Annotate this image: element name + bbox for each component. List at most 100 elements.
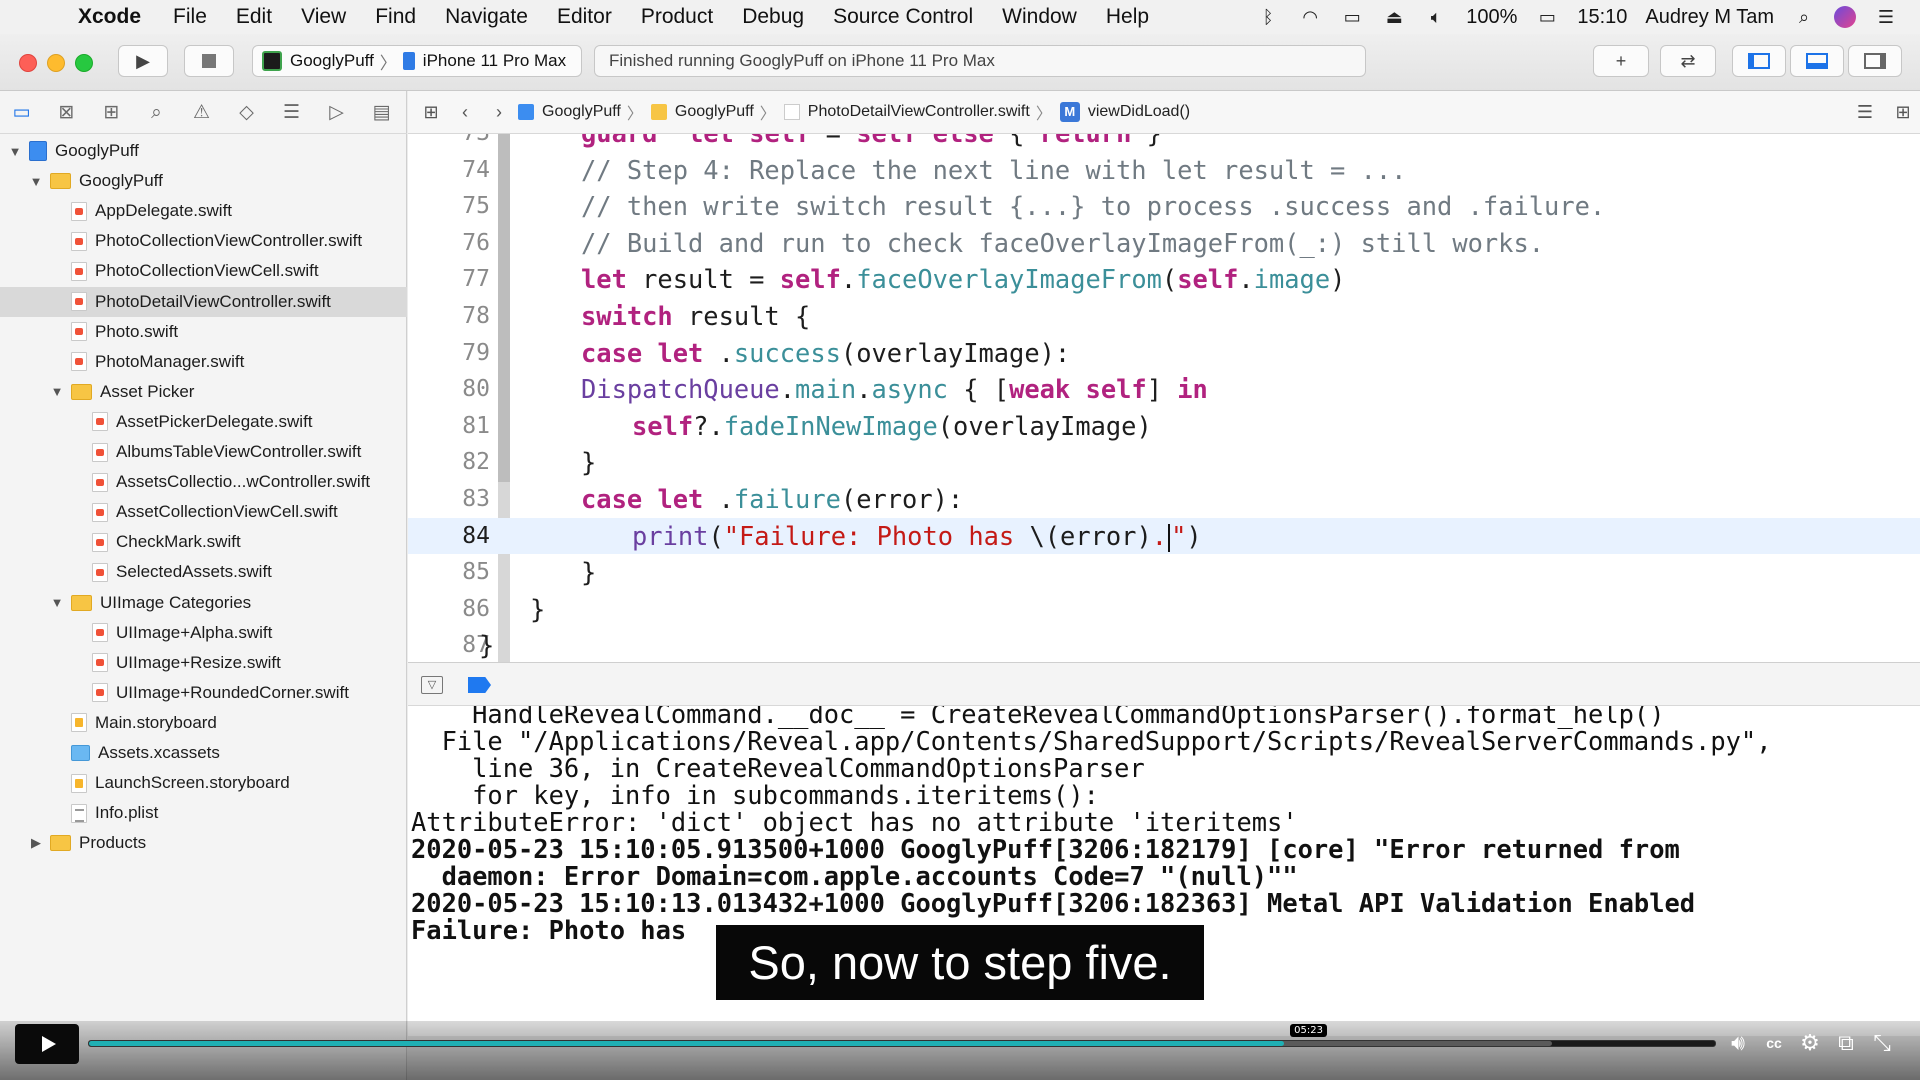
editor-options-icon[interactable]: ☰ xyxy=(1854,102,1876,123)
stop-button[interactable] xyxy=(184,45,234,77)
tree-file-row[interactable]: Assets.xcassets xyxy=(0,738,407,768)
tree-file-row[interactable]: Photo.swift xyxy=(0,317,407,347)
code-line[interactable]: 83 case let .failure(error): xyxy=(408,481,1920,517)
project-navigator-tab-icon[interactable]: ▭ xyxy=(10,101,33,124)
picture-in-picture-icon[interactable]: ⧉ xyxy=(1830,1028,1862,1058)
volume-icon[interactable]: 🔊︎ xyxy=(1722,1028,1754,1058)
tree-file-row[interactable]: AssetPickerDelegate.swift xyxy=(0,407,407,437)
breakpoint-navigator-tab-icon[interactable]: ▷ xyxy=(325,101,348,124)
source-editor[interactable]: 73guard let self = self else { return } 7… xyxy=(408,134,1920,662)
minimize-window-button[interactable] xyxy=(47,54,65,72)
related-items-icon[interactable]: ⊞ xyxy=(420,102,442,123)
eject-icon[interactable]: ⏏ xyxy=(1382,6,1406,28)
toggle-debug-area-button[interactable] xyxy=(1790,45,1844,77)
code-line[interactable]: 73 guard let self = self else { return } xyxy=(408,134,1920,151)
siri-icon[interactable] xyxy=(1834,6,1856,28)
tree-file-row[interactable]: PhotoDetailViewController.swift xyxy=(0,286,407,317)
code-line[interactable]: 85} xyxy=(408,554,1920,590)
tree-file-row[interactable]: UIImage+Alpha.swift xyxy=(0,618,407,648)
breadcrumb-folder[interactable]: GooglyPuff 〉 xyxy=(650,100,776,124)
run-button[interactable]: ▶ xyxy=(118,45,168,77)
tree-group-row[interactable]: ▼ Asset Picker xyxy=(0,377,407,407)
issue-navigator-tab-icon[interactable]: ⚠ xyxy=(190,101,213,124)
find-navigator-tab-icon[interactable]: ⌕ xyxy=(145,101,168,124)
tree-file-row[interactable]: UIImage+RoundedCorner.swift xyxy=(0,678,407,708)
battery-icon[interactable]: ▭ xyxy=(1535,6,1559,28)
library-button[interactable]: + xyxy=(1593,45,1649,77)
menu-window[interactable]: Window xyxy=(1002,5,1077,29)
disclosure-closed-icon[interactable]: ▶ xyxy=(29,835,43,851)
bluetooth-icon[interactable]: ᛒ xyxy=(1256,6,1280,28)
forward-arrow-icon[interactable]: › xyxy=(488,102,510,123)
menu-product[interactable]: Product xyxy=(641,5,713,29)
tree-file-row[interactable]: PhotoManager.swift xyxy=(0,347,407,377)
tree-group-row[interactable]: ▼ GooglyPuff xyxy=(0,136,407,166)
disclosure-open-icon[interactable]: ▼ xyxy=(50,595,64,610)
code-line[interactable]: 78 switch result { xyxy=(408,298,1920,334)
toggle-inspector-button[interactable] xyxy=(1848,45,1902,77)
wifi-icon[interactable]: ◠ xyxy=(1298,6,1322,28)
menu-source-control[interactable]: Source Control xyxy=(833,5,973,29)
code-line[interactable]: 84 print("Failure: Photo has \(error). ") xyxy=(408,517,1920,554)
breadcrumb-file[interactable]: PhotoDetailViewController.swift 〉 xyxy=(783,100,1052,124)
tree-file-row[interactable]: AppDelegate.swift xyxy=(0,196,407,226)
clock[interactable]: 15:10 xyxy=(1577,6,1627,29)
tree-file-row[interactable]: AssetsCollectio...wController.swift xyxy=(0,467,407,497)
exit-fullscreen-icon[interactable]: ⤡ xyxy=(1866,1028,1898,1058)
volume-icon[interactable]: 🔈︎ xyxy=(1424,6,1448,28)
code-line[interactable]: 79 case let .success(overlayImage): xyxy=(408,335,1920,371)
close-window-button[interactable] xyxy=(19,54,37,72)
code-line[interactable]: 76 // Build and run to check faceOverlayI… xyxy=(408,225,1920,261)
menu-file[interactable]: File xyxy=(173,5,207,29)
user-name[interactable]: Audrey M Tam xyxy=(1645,6,1774,29)
symbol-navigator-tab-icon[interactable]: ⊞ xyxy=(100,101,123,124)
test-navigator-tab-icon[interactable]: ◇ xyxy=(235,101,258,124)
notification-center-icon[interactable]: ☰ xyxy=(1874,6,1898,28)
tree-file-row[interactable]: AssetCollectionViewCell.swift xyxy=(0,497,407,527)
tree-file-row[interactable]: LaunchScreen.storyboard xyxy=(0,768,407,798)
airplay-icon[interactable]: ▭ xyxy=(1340,6,1364,28)
breakpoints-toggle-icon[interactable] xyxy=(468,677,491,693)
hide-debug-area-icon[interactable]: ▽ xyxy=(421,676,443,694)
disclosure-open-icon[interactable]: ▼ xyxy=(29,174,43,189)
tree-file-row[interactable]: PhotoCollectionViewController.swift xyxy=(0,226,407,256)
debug-navigator-tab-icon[interactable]: ☰ xyxy=(280,101,303,124)
tree-file-row[interactable]: CheckMark.swift xyxy=(0,527,407,557)
tree-file-row[interactable]: Info.plist xyxy=(0,798,407,828)
menu-view[interactable]: View xyxy=(301,5,346,29)
code-line[interactable]: 80 DispatchQueue.main.async { [weak self]… xyxy=(408,371,1920,407)
breadcrumb-method[interactable]: MviewDidLoad() xyxy=(1059,102,1190,122)
spotlight-search-icon[interactable]: ⌕ xyxy=(1792,6,1816,28)
split-editor-icon[interactable]: ⊞ xyxy=(1892,102,1914,123)
tree-file-row[interactable]: SelectedAssets.swift xyxy=(0,557,407,587)
code-line[interactable]: 86} xyxy=(408,591,1920,627)
tree-file-row[interactable]: AlbumsTableViewController.swift xyxy=(0,437,407,467)
code-line[interactable]: 82} xyxy=(408,444,1920,480)
tree-group-row[interactable]: ▶ Products xyxy=(0,828,407,858)
code-line[interactable]: 81 self?.fadeInNewImage(overlayImage) xyxy=(408,408,1920,444)
disclosure-open-icon[interactable]: ▼ xyxy=(8,144,22,159)
tree-group-row[interactable]: ▼ UIImage Categories xyxy=(0,588,407,618)
play-icon[interactable] xyxy=(15,1024,79,1064)
menu-app-name[interactable]: Xcode xyxy=(78,5,141,29)
code-line[interactable]: 77 let result = self.faceOverlayImageFrom… xyxy=(408,261,1920,297)
tree-file-row[interactable]: Main.storyboard xyxy=(0,708,407,738)
zoom-window-button[interactable] xyxy=(75,54,93,72)
code-line[interactable]: 87} xyxy=(408,627,1920,662)
menu-help[interactable]: Help xyxy=(1106,5,1149,29)
tree-file-row[interactable]: PhotoCollectionViewCell.swift xyxy=(0,256,407,286)
back-arrow-icon[interactable]: ‹ xyxy=(454,102,476,123)
menu-editor[interactable]: Editor xyxy=(557,5,612,29)
tree-file-row[interactable]: UIImage+Resize.swift xyxy=(0,648,407,678)
source-control-navigator-tab-icon[interactable]: ⊠ xyxy=(55,101,78,124)
menu-edit[interactable]: Edit xyxy=(236,5,272,29)
closed-captions-icon[interactable]: cc xyxy=(1758,1028,1790,1058)
video-progress-bar[interactable]: 05:23 xyxy=(88,1024,1716,1047)
menu-navigate[interactable]: Navigate xyxy=(445,5,528,29)
menu-debug[interactable]: Debug xyxy=(742,5,804,29)
report-navigator-tab-icon[interactable]: ▤ xyxy=(370,101,393,124)
menu-find[interactable]: Find xyxy=(375,5,416,29)
code-line[interactable]: 75 // then write switch result {...} to p… xyxy=(408,188,1920,224)
settings-gear-icon[interactable]: ⚙ xyxy=(1794,1028,1826,1058)
disclosure-open-icon[interactable]: ▼ xyxy=(50,384,64,399)
